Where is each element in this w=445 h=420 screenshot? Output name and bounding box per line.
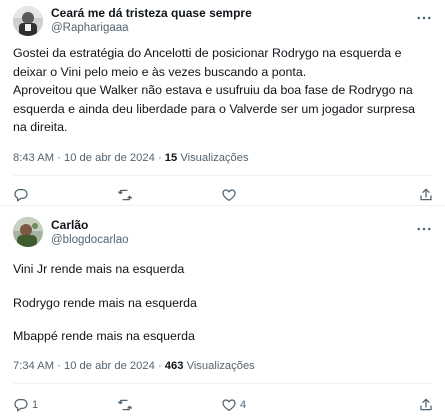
retweet-button[interactable] [117, 185, 136, 205]
tweet[interactable]: Ceará me dá tristeza quase sempre @Rapha… [0, 0, 445, 206]
tweet-text-line: Vini Jr rende mais na esquerda [13, 262, 185, 276]
views-count: 463 [164, 360, 184, 372]
divider [13, 175, 432, 176]
reply-count: 1 [32, 399, 39, 411]
tweet-time[interactable]: 8:43 AM [13, 152, 54, 164]
tweet-time[interactable]: 7:34 AM [13, 360, 54, 372]
retweet-icon [118, 399, 132, 411]
action-bar [13, 185, 432, 205]
tweet-metadata: 8:43 AM · 10 de abr de 2024 · 15 Visuali… [13, 151, 249, 165]
reply-icon [14, 399, 28, 412]
share-button[interactable] [418, 185, 434, 205]
views-label: Visualizações [186, 360, 255, 372]
more-horizontal-icon[interactable] [415, 220, 433, 238]
views-label: Visualizações [180, 152, 249, 164]
avatar-image [13, 6, 43, 36]
heart-icon [222, 399, 236, 411]
tweet-date[interactable]: 10 de abr de 2024 [64, 360, 155, 372]
separator: · [157, 152, 162, 164]
tweet-text-line: Gostei da estratégia do Ancelotti de pos… [13, 46, 402, 60]
tweet-text-line: Mbappé rende mais na esquerda [13, 329, 195, 343]
reply-button[interactable] [13, 185, 32, 205]
share-button[interactable] [418, 395, 434, 415]
tweet-text: Vini Jr rende mais na esquerda Rodrygo r… [13, 260, 437, 346]
tweet-text-line: Aproveitou que Walker não estava e usufr… [13, 83, 413, 97]
action-bar: 1 4 [13, 395, 432, 415]
heart-icon [222, 189, 236, 201]
more-horizontal-icon[interactable] [415, 9, 433, 27]
tweet-text: Gostei da estratégia do Ancelotti de pos… [13, 44, 437, 137]
display-name[interactable]: Ceará me dá tristeza quase sempre [51, 6, 252, 21]
share-icon [420, 188, 432, 201]
tweet[interactable]: Carlão @blogdocarlao Vini Jr rende mais … [0, 207, 445, 420]
tweet-text-line: Rodrygo rende mais na esquerda [13, 295, 197, 310]
tweet-metadata: 7:34 AM · 10 de abr de 2024 · 463 Visual… [13, 359, 255, 373]
display-name[interactable]: Carlão [51, 218, 88, 233]
separator: · [57, 360, 61, 372]
tweet-date[interactable]: 10 de abr de 2024 [64, 152, 155, 164]
tweet-text-line: na direita. [13, 120, 68, 134]
divider [13, 383, 432, 384]
like-count: 4 [240, 399, 247, 411]
retweet-button[interactable] [117, 395, 136, 415]
avatar[interactable] [13, 6, 43, 36]
tweet-text-line: esquerda e ainda deu liberdade para o Va… [13, 101, 416, 116]
user-handle[interactable]: @blogdocarlao [51, 233, 129, 248]
views-count: 15 [164, 152, 178, 164]
reply-button[interactable]: 1 [13, 395, 38, 415]
avatar[interactable] [13, 217, 43, 247]
user-handle[interactable]: @Rapharigaaa [51, 21, 129, 36]
share-icon [420, 398, 432, 411]
reply-icon [14, 189, 28, 202]
separator: · [157, 360, 162, 372]
retweet-icon [118, 189, 132, 201]
avatar-image [13, 217, 43, 247]
tweet-text-line: deixar o Vini pelo meio e às vezes busca… [13, 64, 307, 79]
like-button[interactable]: 4 [221, 395, 246, 415]
like-button[interactable] [221, 185, 240, 205]
separator: · [57, 152, 61, 164]
